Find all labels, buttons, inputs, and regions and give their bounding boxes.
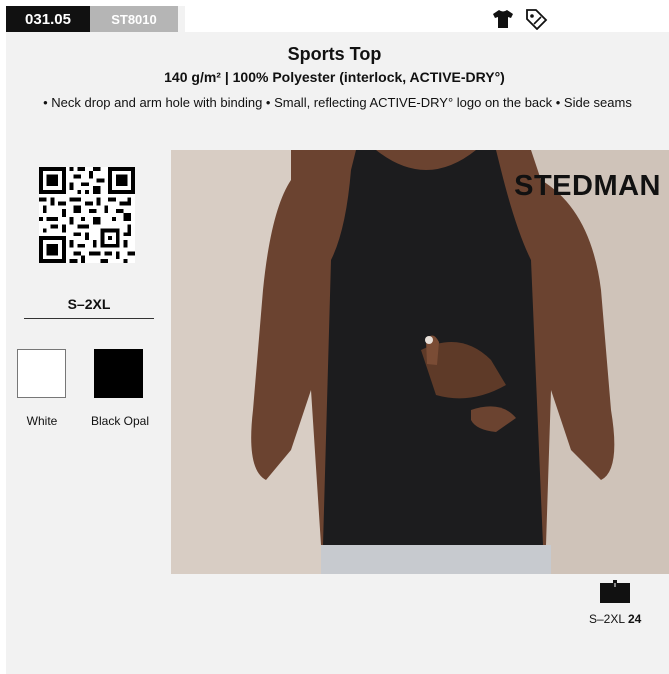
header-bar: 031.05 ST8010: [6, 6, 178, 32]
color-label-black-opal: Black Opal: [90, 414, 150, 428]
size-divider: [24, 318, 154, 319]
percent-tag-icon: [526, 9, 548, 30]
size-range: S–2XL: [67, 296, 111, 312]
color-swatch-white[interactable]: [17, 349, 66, 398]
tshirt-icon: [493, 10, 513, 28]
qr-code[interactable]: [39, 167, 135, 263]
header-icons: [492, 8, 548, 30]
packaging-size-range: S–2XL: [589, 612, 625, 626]
model-illustration: [171, 150, 669, 574]
catalog-code: 031.05: [6, 6, 90, 32]
color-label-white: White: [26, 414, 58, 428]
packaging-quantity: 24: [627, 612, 642, 626]
packaging-info: S–2XL 24: [589, 612, 641, 626]
color-swatch-black-opal[interactable]: [94, 349, 143, 398]
sku-code: ST8010: [90, 6, 178, 32]
header-fill: [185, 6, 669, 32]
product-title: Sports Top: [287, 44, 382, 64]
brand-logo: STEDMAN: [514, 170, 661, 202]
product-photo: STEDMAN: [171, 150, 669, 574]
package-box-icon: [600, 580, 630, 603]
product-features: • Neck drop and arm hole with binding • …: [43, 95, 632, 110]
product-subtitle: 140 g/m² | 100% Polyester (interlock, AC…: [164, 69, 505, 85]
